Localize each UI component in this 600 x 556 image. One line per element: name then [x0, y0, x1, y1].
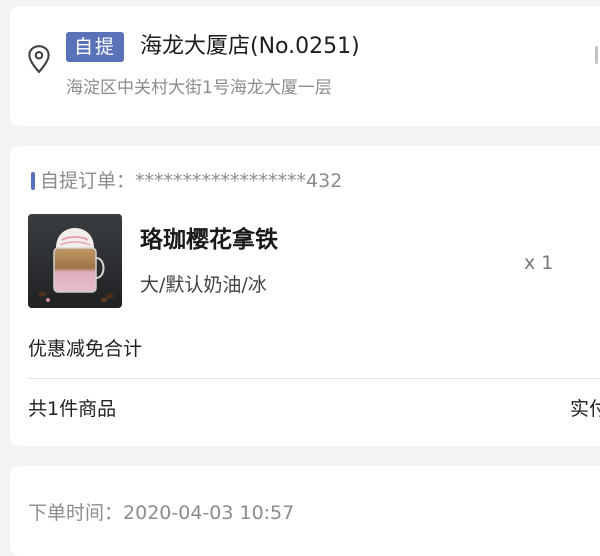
- order-detail-page: { "store": { "pickup_badge": "自提", "name…: [0, 0, 600, 556]
- map-pin-icon: [28, 45, 50, 74]
- section-accent-bar: [31, 172, 35, 190]
- order-time-label: 下单时间：: [28, 502, 124, 524]
- store-address: 海淀区中关村大街1号海龙大厦一层: [66, 78, 332, 98]
- product-name: 珞珈樱花拿铁: [140, 227, 278, 253]
- order-number-value: ******************432: [135, 170, 343, 192]
- chevron-right-icon: [595, 46, 598, 64]
- divider: [28, 378, 600, 379]
- order-card: 自提订单：******************432 珞珈樱花拿铁 大/默认奶油…: [10, 146, 600, 446]
- product-spec: 大/默认奶油/冰: [140, 274, 267, 296]
- order-time-card: 下单时间：2020-04-03 10:57: [10, 466, 600, 556]
- store-name: 海龙大厦店(No.0251): [140, 34, 360, 59]
- pickup-badge: 自提: [66, 32, 125, 62]
- order-number-label: 自提订单：: [40, 170, 136, 192]
- order-time-value: 2020-04-03 10:57: [123, 502, 295, 524]
- paid-amount-label: 实付: [570, 398, 600, 420]
- store-card[interactable]: 自提 海龙大厦店(No.0251) 海淀区中关村大街1号海龙大厦一层: [10, 6, 600, 126]
- product-image: [28, 214, 122, 308]
- item-count: 共1件商品: [28, 398, 117, 420]
- discount-total-label: 优惠减免合计: [28, 338, 143, 360]
- order-number-row: 自提订单：******************432: [40, 168, 342, 194]
- order-time-row: 下单时间：2020-04-03 10:57: [28, 500, 294, 526]
- latte-cup-image: [28, 214, 122, 308]
- product-quantity: x 1: [524, 252, 554, 274]
